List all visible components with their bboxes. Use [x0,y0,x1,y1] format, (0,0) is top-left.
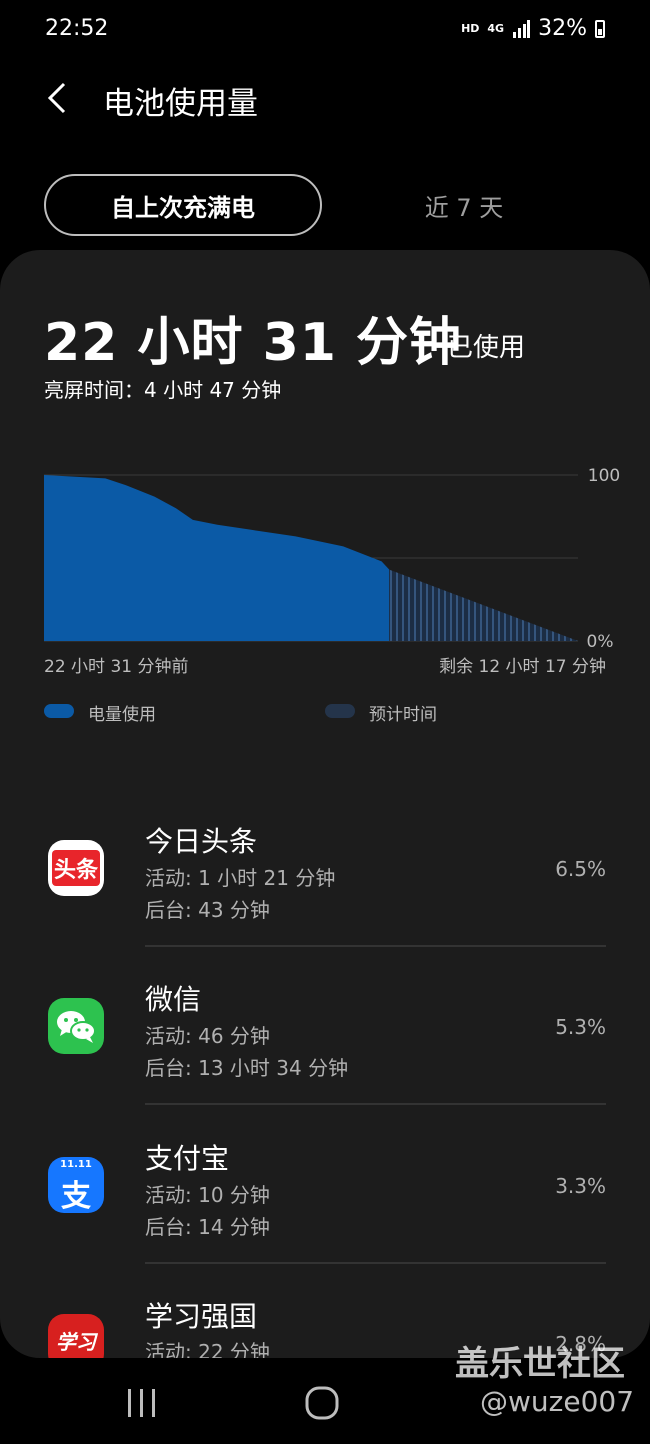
battery-percent: 32% [538,16,587,41]
usage-total: 22 小时 31 分钟 [44,313,463,373]
app-active-time: 活动: 46 分钟 [145,1024,270,1048]
legend-predicted-label: 预计时间 [369,705,437,725]
signal-icon [513,19,531,38]
x-label-start: 22 小时 31 分钟前 [44,657,189,677]
app-percent: 5.3% [555,1015,606,1039]
toutiao-icon: 头条 [48,840,104,896]
watermark-handle: @wuze007 [480,1385,635,1418]
y-tick-100: 100 [588,466,620,486]
recent-apps-button[interactable] [125,1386,159,1420]
app-name: 学习强国 [145,1300,258,1333]
app-name: 微信 [145,983,202,1016]
app-percent: 3.3% [555,1174,606,1198]
signal-label: 4G [487,22,505,35]
home-button[interactable] [305,1386,339,1420]
status-icons: HD 4G 32% [461,16,605,41]
usage-suffix: 已使用 [447,333,526,363]
divider [145,1103,606,1105]
status-time: 22:52 [45,16,109,41]
battery-chart: 100 0% [44,466,620,650]
divider [145,1262,606,1264]
back-button[interactable] [40,78,80,118]
tab-since-full-charge[interactable]: 自上次充满电 [44,174,322,236]
page-title: 电池使用量 [103,86,258,122]
app-name: 支付宝 [145,1142,230,1175]
chevron-left-icon [47,82,66,114]
legend-usage-label: 电量使用 [88,705,156,725]
app-active-time: 活动: 1 小时 21 分钟 [145,866,336,890]
alipay-logo-text: 支 [61,1179,91,1213]
y-tick-0: 0% [587,632,614,650]
network-label: HD [461,22,480,35]
battery-icon [595,19,605,38]
alipay-icon: 11.11 支 [48,1157,104,1213]
recent-apps-icon [128,1389,155,1417]
app-background-time: 后台: 13 小时 34 分钟 [145,1056,349,1080]
app-name: 今日头条 [145,825,258,858]
app-background-time: 后台: 14 分钟 [145,1215,270,1239]
alipay-badge-text: 11.11 [60,1159,92,1170]
toutiao-logo-text: 头条 [52,850,100,886]
app-background-time: 后台: 43 分钟 [145,898,270,922]
home-icon [305,1386,339,1420]
app-percent: 6.5% [555,857,606,881]
wechat-bubbles-icon [57,1011,96,1043]
divider [145,945,606,947]
xuexi-logo-text: 学习 [56,1330,96,1354]
tab-last-7-days[interactable]: 近 7 天 [325,174,603,236]
legend-predicted-swatch [325,704,355,718]
watermark-title: 盖乐世社区 [455,1344,625,1384]
app-active-time: 活动: 10 分钟 [145,1183,270,1207]
x-label-end: 剩余 12 小时 17 分钟 [439,657,606,677]
series-area-usage [44,475,390,641]
wechat-icon [48,998,104,1054]
screen-on-time: 亮屏时间：4 小时 47 分钟 [44,378,282,402]
legend-usage-swatch [44,704,74,718]
series-area-predicted [389,569,578,641]
